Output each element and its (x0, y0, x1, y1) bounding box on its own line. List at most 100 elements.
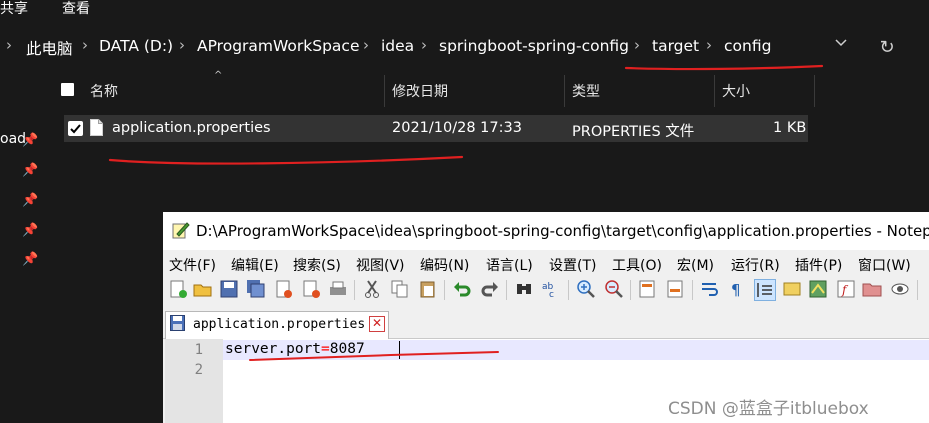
column-header-row: 名称 修改日期 类型 大小 (44, 75, 929, 107)
toolbar-separator (444, 280, 445, 300)
breadcrumb-separator-icon[interactable]: › (82, 36, 88, 54)
svg-text:¶: ¶ (731, 281, 741, 299)
pin-icon[interactable]: 📌 (22, 193, 38, 208)
property-key: server.port (225, 341, 322, 357)
file-type: PROPERTIES 文件 (572, 124, 695, 140)
menu-view[interactable]: 视图(V) (356, 255, 405, 275)
redo-icon[interactable] (480, 279, 500, 299)
breadcrumb-project[interactable]: springboot-spring-config (439, 37, 629, 55)
column-header-size[interactable]: 大小 (722, 81, 750, 101)
copy-icon[interactable] (390, 279, 410, 299)
folder-workspace-icon[interactable] (862, 279, 882, 299)
find-icon[interactable] (514, 279, 534, 299)
line-number: 1 (194, 342, 203, 358)
file-icon (90, 119, 103, 136)
menu-tools[interactable]: 工具(O) (612, 255, 662, 275)
pin-icon[interactable]: 📌 (22, 252, 38, 267)
file-name[interactable]: application.properties (112, 120, 271, 136)
new-file-icon[interactable] (168, 279, 188, 299)
close-file-icon[interactable] (274, 279, 294, 299)
breadcrumb-separator-icon[interactable]: › (706, 36, 712, 54)
close-all-icon[interactable] (302, 279, 322, 299)
svg-text:c: c (549, 290, 554, 299)
saved-file-icon (170, 315, 185, 331)
toolbar-separator (354, 280, 355, 300)
column-divider[interactable] (384, 75, 385, 107)
function-list-icon[interactable]: f (836, 279, 856, 299)
watermark: CSDN @蓝盒子itbluebox (668, 399, 869, 419)
row-checkbox[interactable] (68, 121, 83, 136)
chevron-down-icon[interactable] (834, 36, 848, 52)
show-all-chars-icon[interactable]: ¶ (727, 279, 747, 299)
menu-encoding[interactable]: 编码(N) (420, 255, 469, 275)
breadcrumb-separator-icon[interactable]: › (6, 36, 12, 54)
menu-file[interactable]: 文件(F) (169, 255, 216, 275)
breadcrumb-this-pc[interactable]: 此电脑 (26, 37, 73, 59)
toolbar-separator (692, 280, 693, 300)
text-caret (399, 341, 400, 359)
navigation-pane: 📌 📌 📌 📌 📌 (0, 75, 44, 423)
user-language-icon[interactable] (782, 279, 802, 299)
explorer-ribbon: 共享 查看 (0, 0, 929, 20)
menu-plugins[interactable]: 插件(P) (795, 255, 842, 275)
menu-window[interactable]: 窗口(W) (858, 255, 911, 275)
toolbar-separator (917, 280, 918, 300)
code-line[interactable]: server.port=8087 (225, 341, 365, 357)
breadcrumb-idea[interactable]: idea (381, 37, 414, 55)
column-divider[interactable] (814, 75, 815, 107)
toolbar-separator (568, 280, 569, 300)
column-divider[interactable] (714, 75, 715, 107)
ribbon-tab-share[interactable]: 共享 (0, 0, 28, 18)
zoom-in-icon[interactable] (576, 279, 596, 299)
pin-icon[interactable]: 📌 (22, 163, 38, 178)
cut-icon[interactable] (362, 279, 382, 299)
open-file-icon[interactable] (193, 279, 213, 299)
menu-macro[interactable]: 宏(M) (677, 255, 714, 275)
breadcrumb-separator-icon[interactable]: › (363, 36, 369, 54)
column-header-name[interactable]: 名称 (90, 81, 118, 101)
menu-edit[interactable]: 编辑(E) (231, 255, 279, 275)
sync-horizontal-icon[interactable] (666, 279, 686, 299)
sync-vertical-icon[interactable] (638, 279, 658, 299)
zoom-out-icon[interactable] (604, 279, 624, 299)
breadcrumb-target[interactable]: target (652, 37, 699, 55)
menu-language[interactable]: 语言(L) (486, 255, 533, 275)
toolbar-separator (506, 280, 507, 300)
save-icon[interactable] (219, 279, 239, 299)
monitoring-icon[interactable] (890, 279, 910, 299)
breadcrumb-separator-icon[interactable]: › (179, 36, 185, 54)
breadcrumb-separator-icon[interactable]: › (634, 36, 640, 54)
doc-map-icon[interactable] (808, 279, 828, 299)
menu-run[interactable]: 运行(R) (731, 255, 780, 275)
pin-icon[interactable]: 📌 (22, 223, 38, 238)
file-size: 1 KB (773, 120, 807, 136)
breadcrumb-separator-icon[interactable]: › (421, 36, 427, 54)
nav-item-label[interactable]: oad (0, 131, 26, 147)
tab-label[interactable]: application.properties (193, 317, 365, 332)
notepad-app-icon (172, 221, 190, 239)
column-header-modified[interactable]: 修改日期 (392, 81, 448, 101)
menu-search[interactable]: 搜索(S) (293, 255, 341, 275)
menu-settings[interactable]: 设置(T) (549, 255, 596, 275)
window-title: D:\AProgramWorkSpace\idea\springboot-spr… (196, 222, 929, 240)
line-number: 2 (194, 362, 203, 378)
breadcrumb-config[interactable]: config (724, 37, 771, 55)
replace-icon[interactable]: ab c (541, 279, 561, 300)
close-icon[interactable]: ✕ (369, 316, 385, 332)
toolbar-separator (630, 280, 631, 300)
paste-icon[interactable] (418, 279, 438, 299)
ribbon-tab-view[interactable]: 查看 (62, 0, 90, 18)
refresh-icon[interactable]: ↻ (873, 34, 901, 62)
word-wrap-icon[interactable] (700, 279, 720, 299)
property-operator: = (321, 341, 330, 357)
save-all-icon[interactable] (246, 279, 266, 299)
column-divider[interactable] (564, 75, 565, 107)
breadcrumb: › 此电脑 › DATA (D:) › AProgramWorkSpace › … (0, 27, 929, 71)
breadcrumb-drive[interactable]: DATA (D:) (99, 37, 173, 55)
indent-guide-icon[interactable] (754, 279, 776, 301)
breadcrumb-workspace[interactable]: AProgramWorkSpace (197, 37, 360, 55)
column-header-type[interactable]: 类型 (572, 81, 600, 101)
undo-icon[interactable] (452, 279, 472, 299)
file-modified: 2021/10/28 17:33 (392, 120, 522, 136)
print-icon[interactable] (328, 279, 348, 299)
